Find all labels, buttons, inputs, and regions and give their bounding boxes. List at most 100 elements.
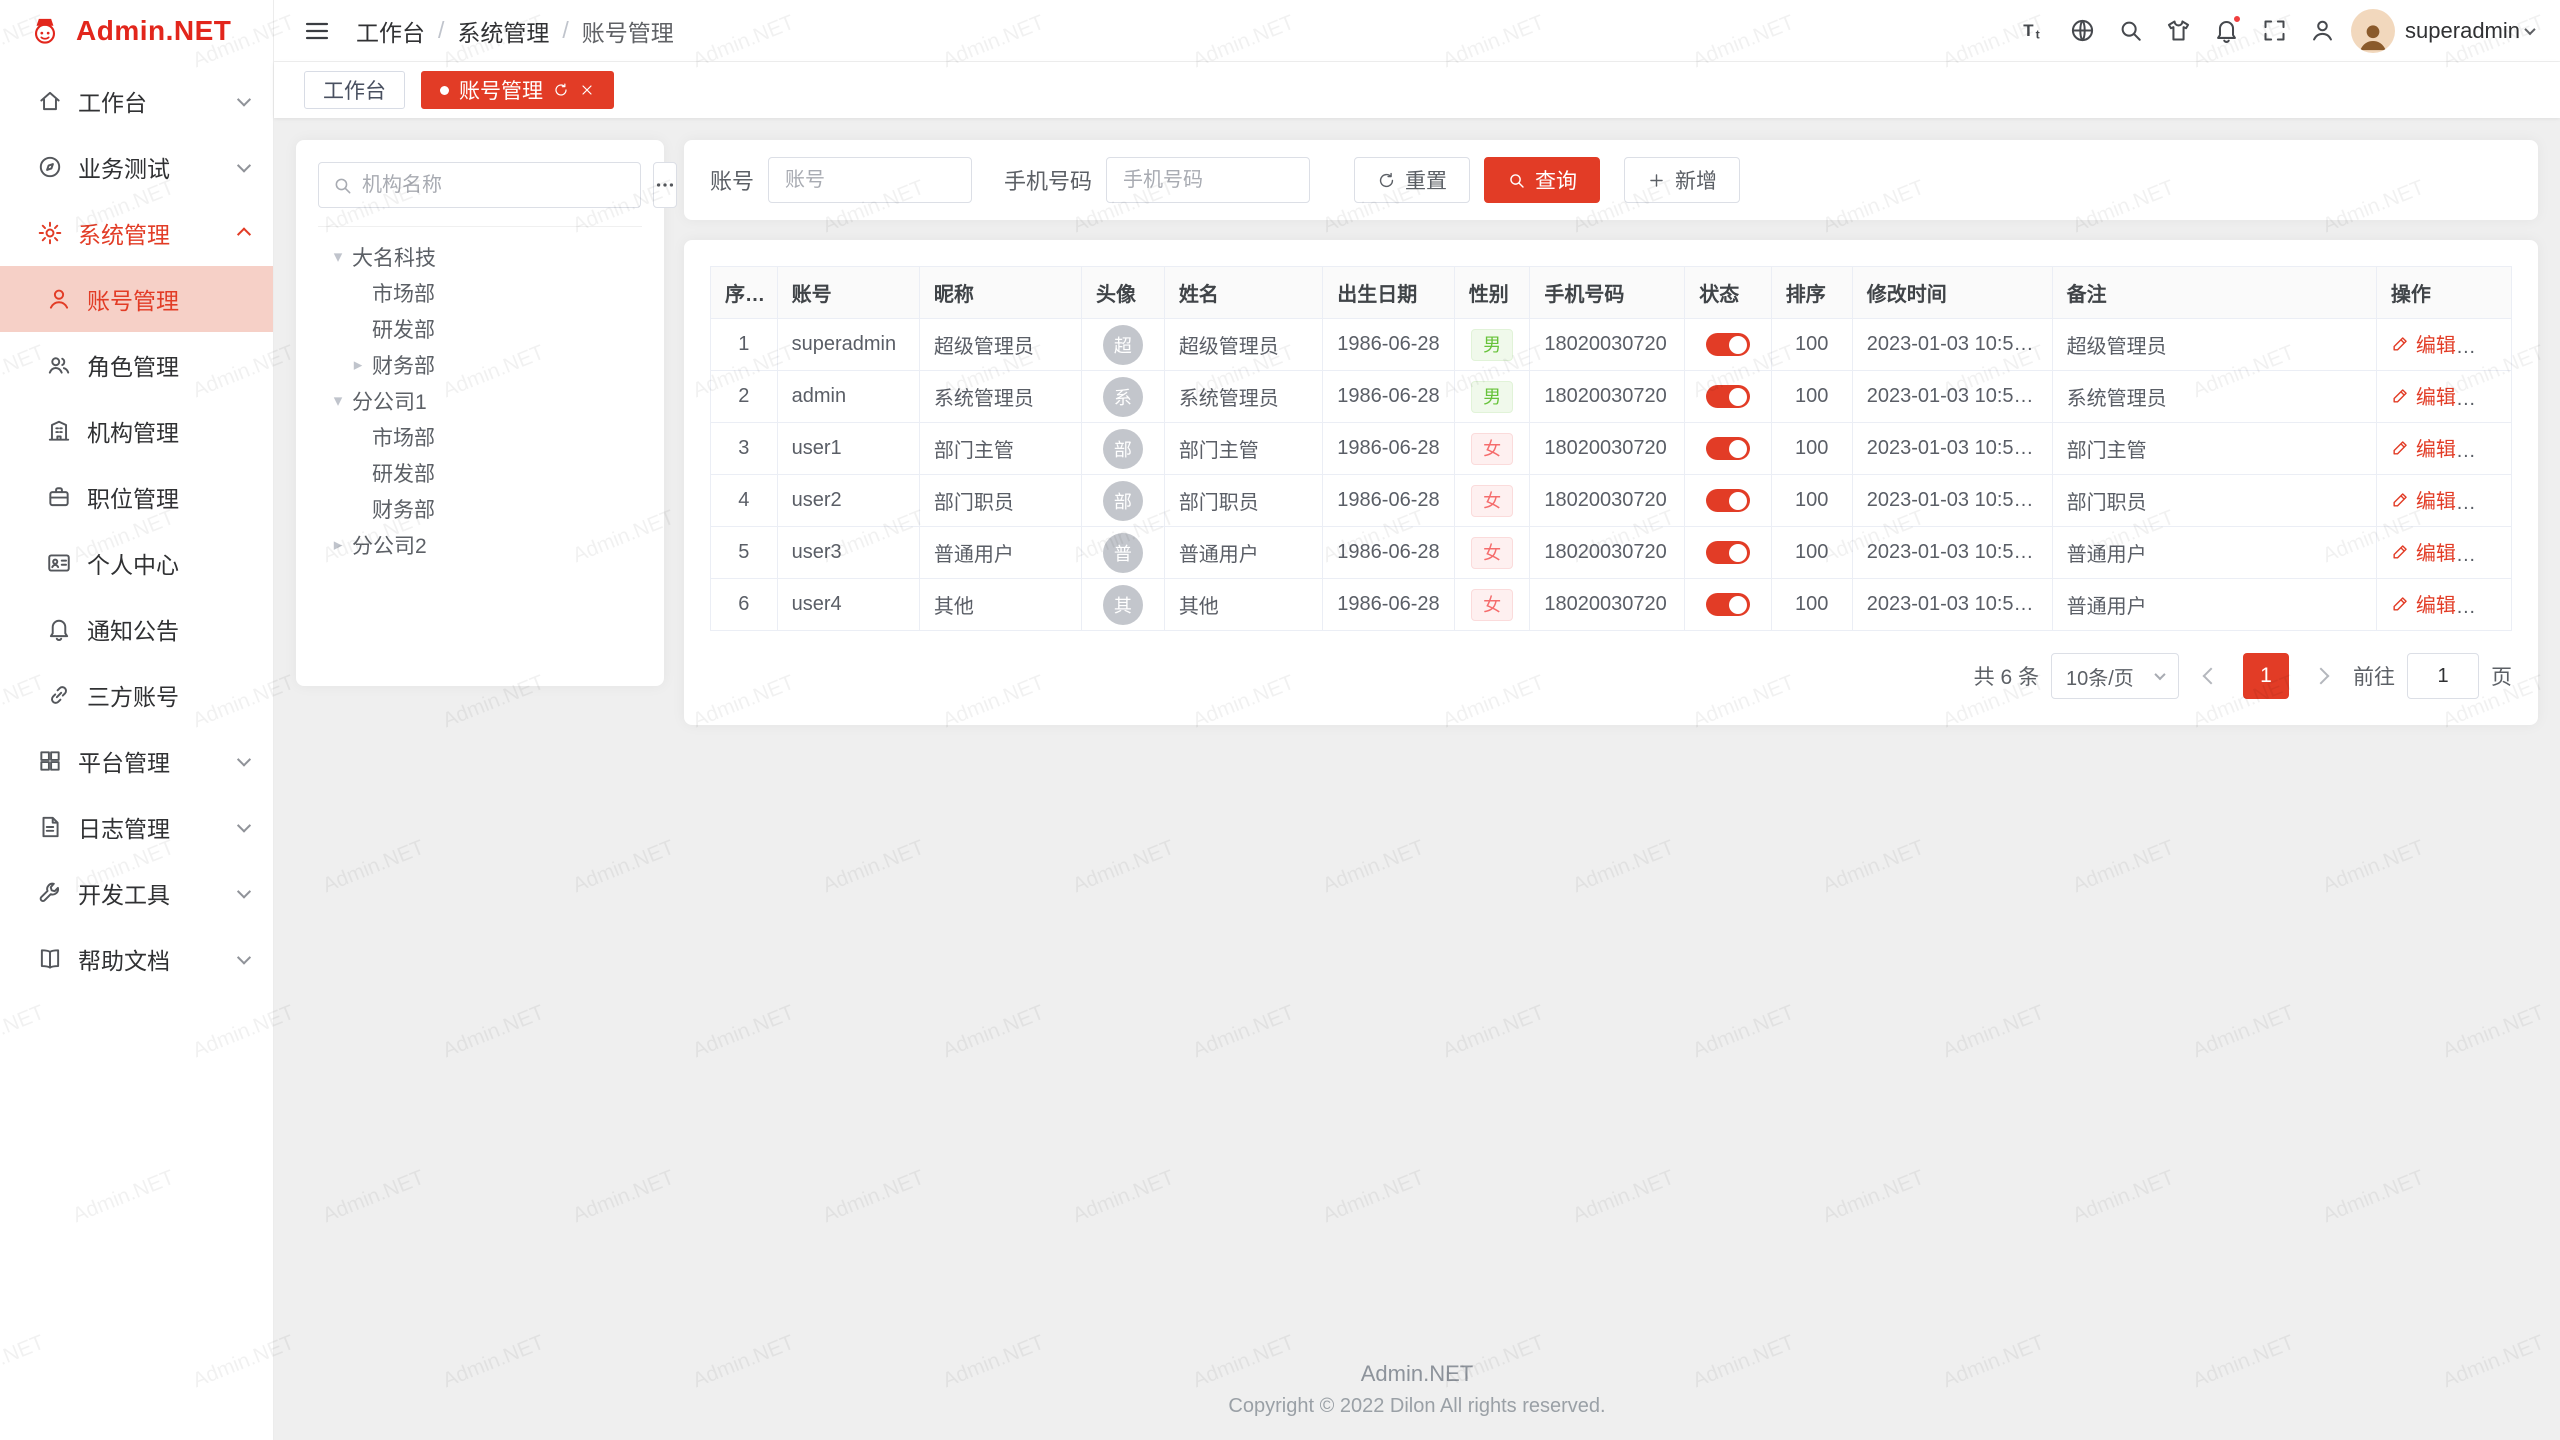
table-column-header: 姓名 [1164,267,1322,319]
cell-nickname: 普通用户 [919,527,1081,579]
tree-node[interactable]: 市场部 [318,419,642,455]
sidebar-item-profile-center[interactable]: 个人中心 [0,530,273,596]
cell-status [1685,319,1771,371]
theme-button[interactable] [2157,10,2199,52]
goto-page-input[interactable] [2407,653,2479,699]
sidebar-item-biz-test[interactable]: 业务测试 [0,134,273,200]
add-button[interactable]: 新增 [1624,157,1740,203]
footer-copyright: Copyright © 2022 Dilon All rights reserv… [274,1395,2560,1418]
compass-icon [37,154,63,180]
edit-button[interactable]: 编辑 [2391,485,2456,514]
avatar: 部 [1103,481,1143,521]
sidebar-item-label: 机构管理 [87,414,249,448]
status-toggle[interactable] [1706,489,1750,512]
sidebar-item-position-manage[interactable]: 职位管理 [0,464,273,530]
sidebar-item-label: 日志管理 [78,810,224,844]
theme-icon [2165,17,2192,44]
bell-icon [46,616,72,642]
current-page-button[interactable]: 1 [2243,653,2289,699]
cell-modified-time: 2023-01-03 10:59:44 [1852,371,2052,423]
font-size-button[interactable]: Tt [2013,10,2055,52]
tree-more-button[interactable] [653,162,677,208]
edit-icon [2391,386,2410,405]
phone-input[interactable] [1106,157,1310,203]
sidebar-item-account-manage[interactable]: 账号管理 [0,266,273,332]
tree-node[interactable]: ▾大名科技 [318,239,642,275]
status-toggle[interactable] [1706,385,1750,408]
tree-node[interactable]: 市场部 [318,275,642,311]
sidebar-item-label: 通知公告 [87,612,249,646]
close-icon[interactable] [579,82,595,98]
tree-node-label: 财务部 [372,350,435,380]
hamburger-menu-icon[interactable] [300,14,334,48]
tab-workbench[interactable]: 工作台 [304,71,405,109]
notification-bell-button[interactable] [2205,10,2247,52]
person-button[interactable] [2301,10,2343,52]
status-toggle[interactable] [1706,541,1750,564]
tree-node[interactable]: 研发部 [318,455,642,491]
cell-actions: 编辑 [2376,371,2511,423]
table-column-header: 手机号码 [1530,267,1685,319]
sidebar-item-notice[interactable]: 通知公告 [0,596,273,662]
sidebar-item-label: 个人中心 [87,546,249,580]
fullscreen-button[interactable] [2253,10,2295,52]
search-button[interactable] [2109,10,2151,52]
refresh-icon [1377,171,1396,190]
tree-node[interactable]: 财务部 [318,491,642,527]
sidebar-item-label: 业务测试 [78,150,224,184]
edit-button[interactable]: 编辑 [2391,329,2456,358]
sidebar-item-workbench[interactable]: 工作台 [0,68,273,134]
edit-button[interactable]: 编辑 [2391,381,2456,410]
fullscreen-icon [2261,17,2288,44]
reset-button[interactable]: 重置 [1354,157,1470,203]
edit-button[interactable]: 编辑 [2391,433,2456,462]
sidebar-item-role-manage[interactable]: 角色管理 [0,332,273,398]
logo: Admin.NET [0,0,273,62]
chevron-down-icon [237,159,251,173]
plus-icon [1647,171,1666,190]
org-search-input[interactable] [362,174,627,197]
goto-label: 前往 [2353,661,2395,691]
tree-node[interactable]: ▸分公司2 [318,527,642,563]
next-page-button[interactable] [2301,653,2341,699]
sidebar-item-label: 工作台 [78,84,224,118]
sidebar-item-org-manage[interactable]: 机构管理 [0,398,273,464]
chevron-down-icon[interactable] [2524,23,2535,34]
cell-remark: 系统管理员 [2052,371,2376,423]
tree-node[interactable]: ▸财务部 [318,347,642,383]
chevron-down-icon [237,753,251,767]
cell-avatar: 超 [1081,319,1164,371]
avatar[interactable] [2351,9,2395,53]
sidebar-item-platform-manage[interactable]: 平台管理 [0,728,273,794]
cell-phone: 18020030720 [1530,319,1685,371]
status-toggle[interactable] [1706,593,1750,616]
edit-button[interactable]: 编辑 [2391,537,2456,566]
table-column-header: 出生日期 [1323,267,1454,319]
tab-account-manage[interactable]: 账号管理 [421,71,614,109]
cell-order: 100 [1771,475,1852,527]
tree-node[interactable]: ▾分公司1 [318,383,642,419]
edit-button[interactable]: 编辑 [2391,589,2456,618]
prev-page-button[interactable] [2191,653,2231,699]
table-column-header: 备注 [2052,267,2376,319]
tree-node[interactable]: 研发部 [318,311,642,347]
breadcrumb-item[interactable]: 系统管理 [457,14,549,48]
cell-index: 5 [711,527,778,579]
globe-button[interactable] [2061,10,2103,52]
cell-birthdate: 1986-06-28 [1323,579,1454,631]
cell-status [1685,475,1771,527]
top-header: 工作台/系统管理/账号管理 Tt superadmin [274,0,2560,62]
sidebar-item-log-manage[interactable]: 日志管理 [0,794,273,860]
status-toggle[interactable] [1706,333,1750,356]
account-input[interactable] [768,157,972,203]
status-toggle[interactable] [1706,437,1750,460]
page-size-select[interactable]: 10条/页 [2051,653,2179,699]
sidebar-item-third-account[interactable]: 三方账号 [0,662,273,728]
breadcrumb-item[interactable]: 工作台 [356,14,425,48]
username[interactable]: superadmin [2405,18,2520,44]
search-button[interactable]: 查询 [1484,157,1600,203]
sidebar-item-help-docs[interactable]: 帮助文档 [0,926,273,992]
sidebar-item-dev-tools[interactable]: 开发工具 [0,860,273,926]
sidebar-item-system-manage[interactable]: 系统管理 [0,200,273,266]
table-column-header: 序号 [711,267,778,319]
